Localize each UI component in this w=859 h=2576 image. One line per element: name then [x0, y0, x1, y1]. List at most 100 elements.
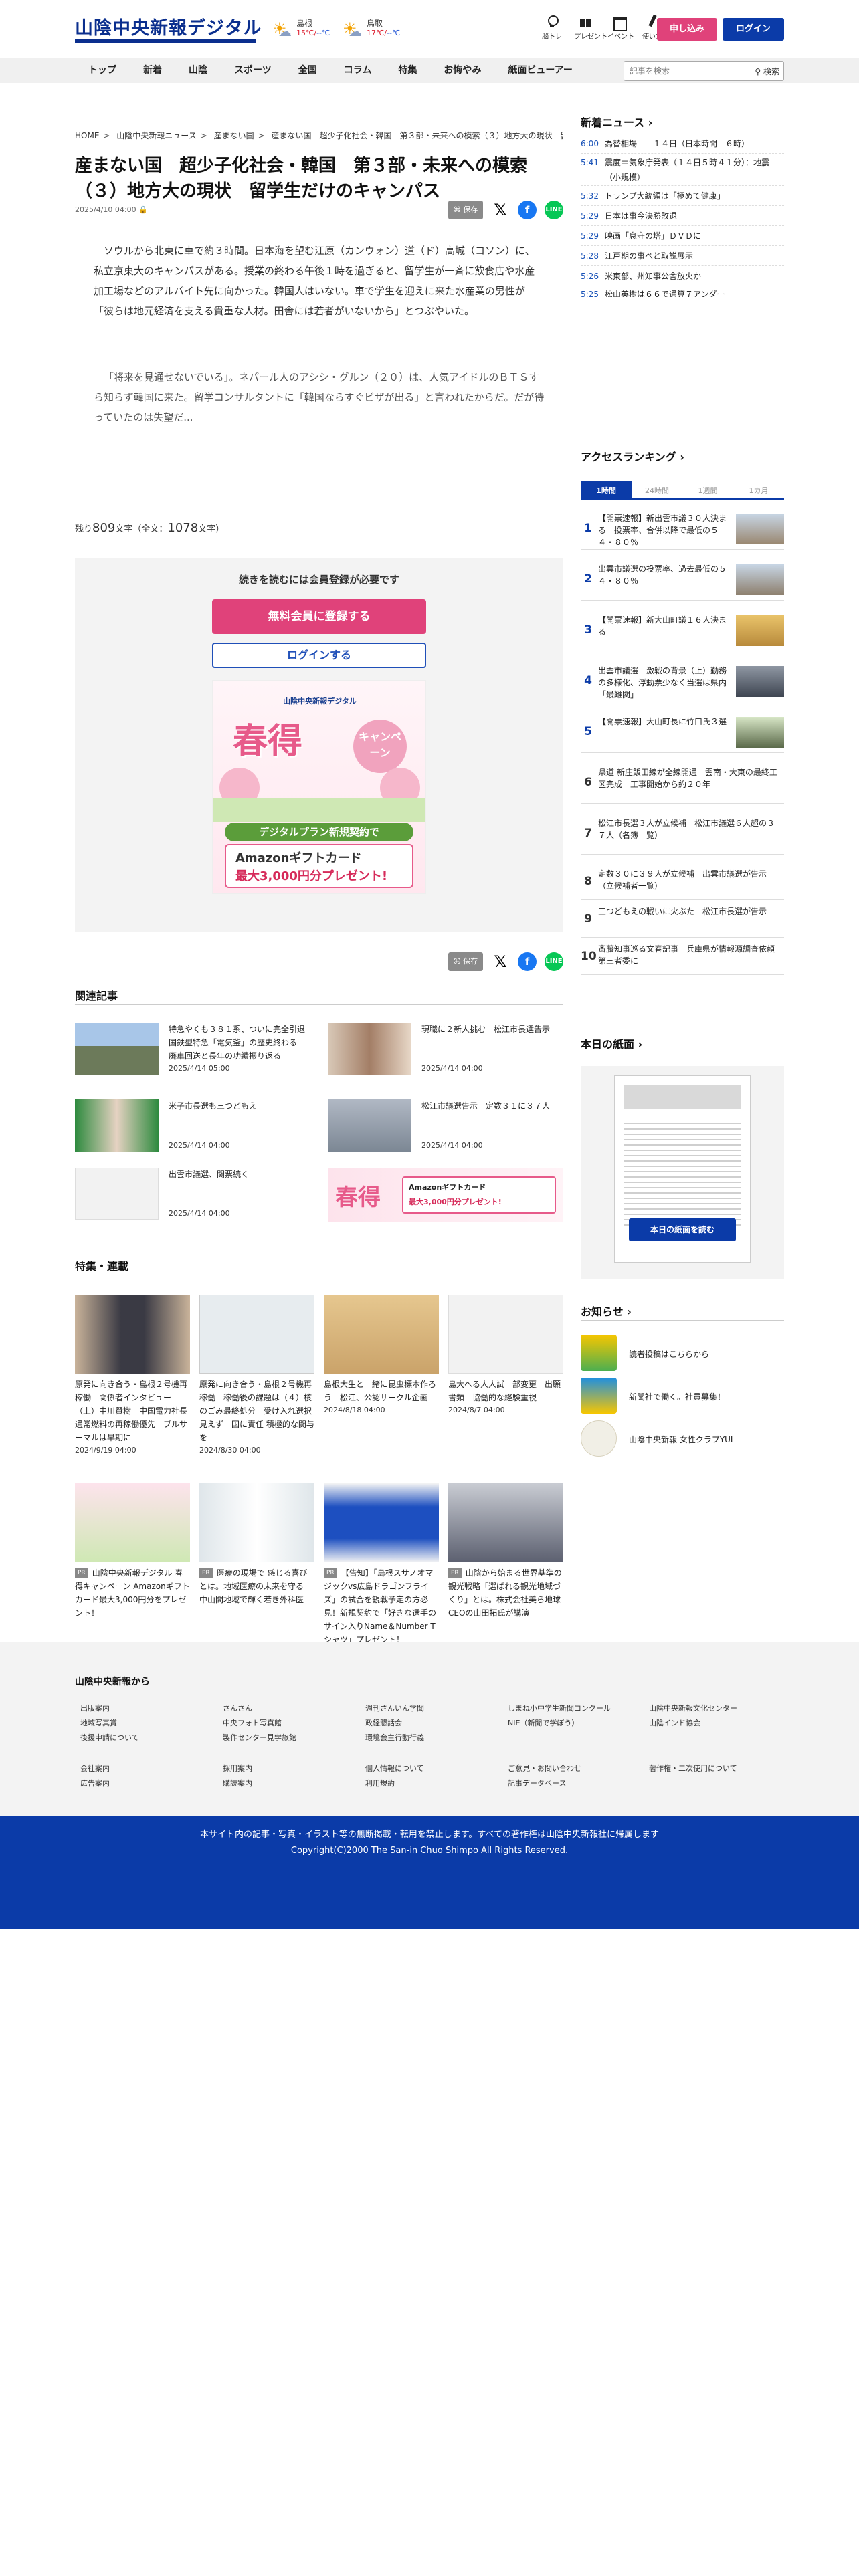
footer-link[interactable]: 製作センター見学旅館 [223, 1732, 296, 1743]
ranking-item[interactable]: 6 県道 新庄飯田線が全線開通 雲南・大東の最終工区完成 工事開始から約２０年 [581, 761, 784, 804]
news-item[interactable]: 5:25 松山英樹は６６で通算７アンダー [581, 286, 784, 297]
campaign-banner[interactable]: 山陰中央新報デジタル 春得 キャンペーン デジタルプラン新規契約で Amazon… [212, 680, 426, 894]
nav-feature[interactable]: 特集 [385, 58, 430, 83]
footer-link[interactable]: さんさん [223, 1703, 252, 1713]
news-item[interactable]: 5:28 江戸期の事べと取説展示 [581, 246, 784, 266]
ranking-item[interactable]: 3 【開票速報】新大山町議１６人決まる [581, 609, 784, 651]
line-share-icon[interactable]: LINE [545, 952, 563, 971]
ranking-item[interactable]: 1 【開票速報】新出雲市議３０人決まる 投票率、合併以降で最低の５４・８０％ [581, 507, 784, 550]
footer-link[interactable]: 個人情報について [365, 1763, 424, 1774]
weather-tottori[interactable]: ☀ ☁ 鳥取 17℃/--℃ [343, 19, 400, 39]
footer-link[interactable]: NIE（新聞で学ぼう） [508, 1717, 579, 1728]
notice-item[interactable]: 読者投稿はこちらから [581, 1335, 784, 1372]
footer-link[interactable]: 記事データベース [508, 1778, 566, 1788]
present-link[interactable]: プレゼント [574, 15, 607, 41]
tab-1hour[interactable]: 1時間 [581, 481, 632, 498]
facebook-share-icon[interactable]: f [518, 952, 537, 971]
save-button[interactable]: ⌘ 保存 [448, 952, 483, 971]
news-item[interactable]: 5:29 映画「息守の塔」ＤＶＤに [581, 226, 784, 246]
feature-item[interactable]: PR 医療の現場で 感じる喜びとは。地域医療の未来を守る 中山間地域で輝く若き外科… [199, 1483, 314, 1606]
x-share-icon[interactable]: 𝕏 [491, 952, 510, 971]
footer-link[interactable]: 利用規約 [365, 1778, 395, 1788]
search-input[interactable] [624, 62, 738, 80]
footer-link[interactable]: 山陰中央新報文化センター [649, 1703, 737, 1713]
breadcrumb-home[interactable]: HOME [75, 131, 99, 140]
footer-link[interactable]: 地域写真賞 [80, 1717, 117, 1728]
ranking-item[interactable]: 4 出雲市議選 激戦の背景（上）勤務の多様化、浮動票少なく当選は県内「最難関」 [581, 659, 784, 702]
feature-item[interactable]: PR 山陰から始まる世界基準の観光戦略「選ばれる観光地域づくり」とは。株式会社美ら… [448, 1483, 563, 1620]
login-button[interactable]: ログイン [723, 18, 784, 41]
footer-link[interactable]: 出版案内 [80, 1703, 110, 1713]
ranking-item[interactable]: 8 定数３０に３９人が立候補 出雲市議選が告示（立候補者一覧） [581, 863, 784, 900]
paywall-login-button[interactable]: ログインする [212, 643, 426, 668]
footer-link[interactable]: ご意見・お問い合わせ [508, 1763, 581, 1774]
feature-item[interactable]: 原発に向き合う・島根２号機再稼働 関係者インタビュー（上）中川賢樹 中国電力社長… [75, 1295, 195, 1455]
footer-link[interactable]: 広告案内 [80, 1778, 110, 1788]
news-item[interactable]: 5:41 震度＝気象庁発表（１４日５時４１分）：地震（小規模） [581, 154, 784, 186]
nav-sanin[interactable]: 山陰 [175, 58, 221, 83]
footer-link[interactable]: 著作権・二次使用について [649, 1763, 737, 1774]
footer-link[interactable]: 週刊さんいん学聞 [365, 1703, 424, 1713]
nav-column[interactable]: コラム [330, 58, 385, 83]
ranking-item[interactable]: 9 三つどもえの戦いに火ぶた 松江市長選が告示 [581, 900, 784, 938]
related-item[interactable]: 現職に２新人挑む 松江市長選告示 2025/4/14 04:00 [328, 1023, 565, 1076]
footer-link[interactable]: 会社案内 [80, 1763, 110, 1774]
facebook-share-icon[interactable]: f [518, 201, 537, 219]
nav-obituary[interactable]: お悔やみ [430, 58, 494, 83]
x-share-icon[interactable]: 𝕏 [491, 201, 510, 219]
feature-item[interactable]: 原発に向き合う・島根２号機再稼働 稼働後の課題は（４）核のごみ最終処分 受け入れ… [199, 1295, 314, 1455]
nav-latest[interactable]: 新着 [130, 58, 175, 83]
tab-1month[interactable]: 1カ月 [733, 481, 784, 498]
register-button[interactable]: 無料会員に登録する [212, 599, 426, 634]
nav-top[interactable]: トップ [75, 58, 130, 83]
ranking-item[interactable]: 2 出雲市議選の投票率、過去最低の５４・８０％ [581, 558, 784, 601]
news-item[interactable]: 5:26 米東部、州知事公舎放火か [581, 266, 784, 286]
feature-item[interactable]: PR 【告知】「島根スサノオマジックvs広島ドラゴンフライズ」の試合を観戦予定の方… [324, 1483, 439, 1646]
footer-link[interactable]: 後援申請について [80, 1732, 139, 1743]
nav-sports[interactable]: スポーツ [221, 58, 285, 83]
nav-national[interactable]: 全国 [285, 58, 330, 83]
read-paper-button[interactable]: 本日の紙面を読む [629, 1218, 736, 1241]
footer-link[interactable]: 採用案内 [223, 1763, 252, 1774]
footer-link[interactable]: 環境会主行動行義 [365, 1732, 424, 1743]
feature-item[interactable]: 島大へる人人試一部変更 出願書類 協働的な経験重視 2024/8/7 04:00 [448, 1295, 563, 1414]
news-item[interactable]: 5:32 トランプ大統領は「極めて健康」 [581, 186, 784, 206]
news-item[interactable]: 5:29 日本は事今決勝敗退 [581, 206, 784, 226]
save-button[interactable]: ⌘ 保存 [448, 201, 483, 219]
todays-paper-heading[interactable]: 本日の紙面 › [581, 1035, 642, 1051]
article-date: 2025/4/10 04:00 🔒 [75, 205, 148, 214]
notice-item[interactable]: 山陰中央新報 女性クラブYUI [581, 1420, 784, 1458]
feature-item[interactable]: 島根大生と一緒に昆虫標本作ろう 松江、公認サークル企画 2024/8/18 04… [324, 1295, 439, 1414]
ranking-item[interactable]: 7 松江市長選３人が立候補 松江市議選６人超の３７人（名簿一覧） [581, 812, 784, 855]
ranking-item[interactable]: 5 【開票速報】大山町長に竹口氏３選 [581, 710, 784, 753]
related-item[interactable]: 特急やくも３８１系、ついに完全引退 国鉄型特急「電気釜」の歴史終わる 廃車回送と… [75, 1023, 313, 1076]
breadcrumb-news[interactable]: 山陰中央新報ニュース [116, 131, 196, 140]
campaign-ad[interactable]: 春得 Amazonギフトカード 最大3,000円分プレゼント! [328, 1168, 563, 1222]
site-logo[interactable]: 山陰中央新報デジタル [75, 13, 261, 44]
weather-shimane[interactable]: ☀ ☁ 島根 15℃/--℃ [272, 19, 330, 39]
footer-link[interactable]: 山陰インド協会 [649, 1717, 700, 1728]
related-item[interactable]: 松江市議選告示 定数３１に３７人 2025/4/14 04:00 [328, 1099, 565, 1153]
ranking-item[interactable]: 10 斎藤知事巡る文春記事 兵庫県が情報源調査依頼 第三者委に [581, 938, 784, 975]
notices-heading[interactable]: お知らせ › [581, 1303, 632, 1319]
feature-item[interactable]: PR 山陰中央新報デジタル 春得キャンペーン Amazonギフトカード最大3,00… [75, 1483, 190, 1620]
nav-paper-viewer[interactable]: 紙面ビューアー [494, 58, 586, 83]
search-button[interactable]: ⚲ 検索 [755, 66, 779, 77]
tab-1week[interactable]: 1週間 [682, 481, 733, 498]
related-item[interactable]: 米子市長選も三つどもえ 2025/4/14 04:00 [75, 1099, 312, 1153]
footer-link[interactable]: 政経懇話会 [365, 1717, 402, 1728]
tab-24hours[interactable]: 24時間 [632, 481, 682, 498]
ranking-heading[interactable]: アクセスランキング › [581, 448, 684, 464]
footer-link[interactable]: しまね小中学生新聞コンクール [508, 1703, 611, 1713]
brain-training-link[interactable]: 脳トレ [541, 15, 563, 41]
latest-news-heading[interactable]: 新着ニュース › [581, 114, 652, 130]
footer-link[interactable]: 購読案内 [223, 1778, 252, 1788]
notice-item[interactable]: 新聞社で働く。社員募集！ [581, 1378, 784, 1415]
breadcrumb-series[interactable]: 産まない国 [214, 131, 254, 140]
line-share-icon[interactable]: LINE [545, 201, 563, 219]
news-item[interactable]: 6:00 為替相場 １４日（日本時間 ６時） [581, 134, 784, 154]
signup-button[interactable]: 申し込み [657, 18, 717, 41]
event-link[interactable]: イベント [607, 15, 634, 41]
related-item[interactable]: 出雲市議選、関票続く 2025/4/14 04:00 [75, 1168, 312, 1221]
footer-link[interactable]: 中央フォト写真館 [223, 1717, 282, 1728]
